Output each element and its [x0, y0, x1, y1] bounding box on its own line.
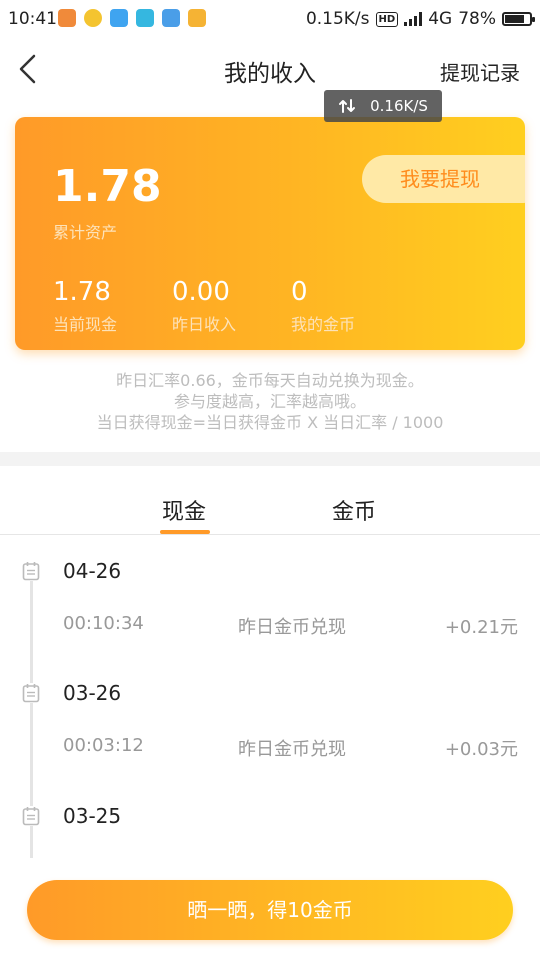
app-notification-icon — [58, 9, 76, 27]
tab-cash[interactable]: 现金 — [162, 494, 206, 526]
stat-my-coins: 0 我的金币 — [291, 277, 355, 335]
net-speed: 0.15K/s — [305, 9, 370, 29]
tab-bar: 现金 金币 — [0, 466, 540, 535]
battery-fill — [505, 15, 524, 23]
swap-arrows-icon — [339, 99, 356, 113]
total-assets-label: 累计资产 — [53, 223, 118, 242]
section-divider — [0, 452, 540, 466]
notification-icons — [58, 9, 206, 27]
withdraw-button[interactable]: 我要提现 — [362, 155, 525, 203]
stat-yesterday-income: 0.00 昨日收入 — [172, 277, 236, 335]
active-tab-indicator — [160, 530, 210, 534]
app-notification-icon — [136, 9, 154, 27]
stat-label: 我的金币 — [291, 315, 356, 334]
network-type: 4G — [428, 9, 453, 29]
record-date: 04-26 — [63, 559, 122, 583]
speed-toast: 0.16K/S — [324, 90, 442, 122]
calendar-icon — [22, 806, 40, 826]
calendar-icon — [22, 683, 40, 703]
total-assets-value: 1.78 — [53, 161, 162, 212]
signal-icon — [404, 12, 423, 26]
download-icon — [162, 9, 180, 27]
record-amount: +0.03元 — [444, 739, 518, 760]
stat-label: 昨日收入 — [172, 315, 237, 334]
formula-note: 当日获得现金=当日获得金币 X 当日汇率 / 1000 — [96, 413, 444, 432]
record-date: 03-25 — [63, 804, 122, 828]
tab-coins[interactable]: 金币 — [332, 494, 376, 526]
stat-value: 1.78 — [53, 277, 111, 307]
stat-current-cash: 1.78 当前现金 — [53, 277, 117, 335]
share-button[interactable]: 晒一晒，得10金币 — [27, 880, 513, 940]
app-notification-icon — [188, 9, 206, 27]
withdraw-history-link[interactable]: 提现记录 — [440, 57, 520, 86]
record-time: 00:10:34 — [63, 613, 144, 634]
income-card: 1.78 累计资产 我要提现 1.78 当前现金 0.00 昨日收入 0 我的金… — [15, 117, 525, 350]
record-time: 00:03:12 — [63, 735, 144, 756]
battery-icon — [502, 12, 535, 26]
header: 我的收入 提现记录 — [0, 38, 540, 100]
exchange-rate-note: 昨日汇率0.66，金币每天自动兑换为现金。 — [116, 371, 424, 390]
stat-label: 当前现金 — [53, 315, 118, 334]
battery-percent: 78% — [458, 9, 496, 29]
record-date: 03-26 — [63, 681, 122, 705]
record-description: 昨日金币兑现 — [238, 617, 346, 638]
record-amount: +0.21元 — [444, 617, 518, 638]
app-notification-icon — [110, 9, 128, 27]
record-description: 昨日金币兑现 — [238, 739, 346, 760]
stat-value: 0.00 — [172, 277, 230, 307]
calendar-icon — [22, 561, 40, 581]
engagement-note: 参与度越高，汇率越高哦。 — [173, 392, 366, 411]
speed-text: 0.16K/S — [370, 97, 428, 115]
hd-icon: HD — [375, 11, 399, 27]
app-notification-icon — [84, 9, 102, 27]
status-bar: 10:41 0.15K/s HD 4G 78% — [0, 0, 540, 38]
status-right: 0.15K/s HD 4G 78% — [305, 9, 535, 29]
stat-value: 0 — [291, 277, 308, 307]
status-time: 10:41 — [8, 9, 57, 29]
